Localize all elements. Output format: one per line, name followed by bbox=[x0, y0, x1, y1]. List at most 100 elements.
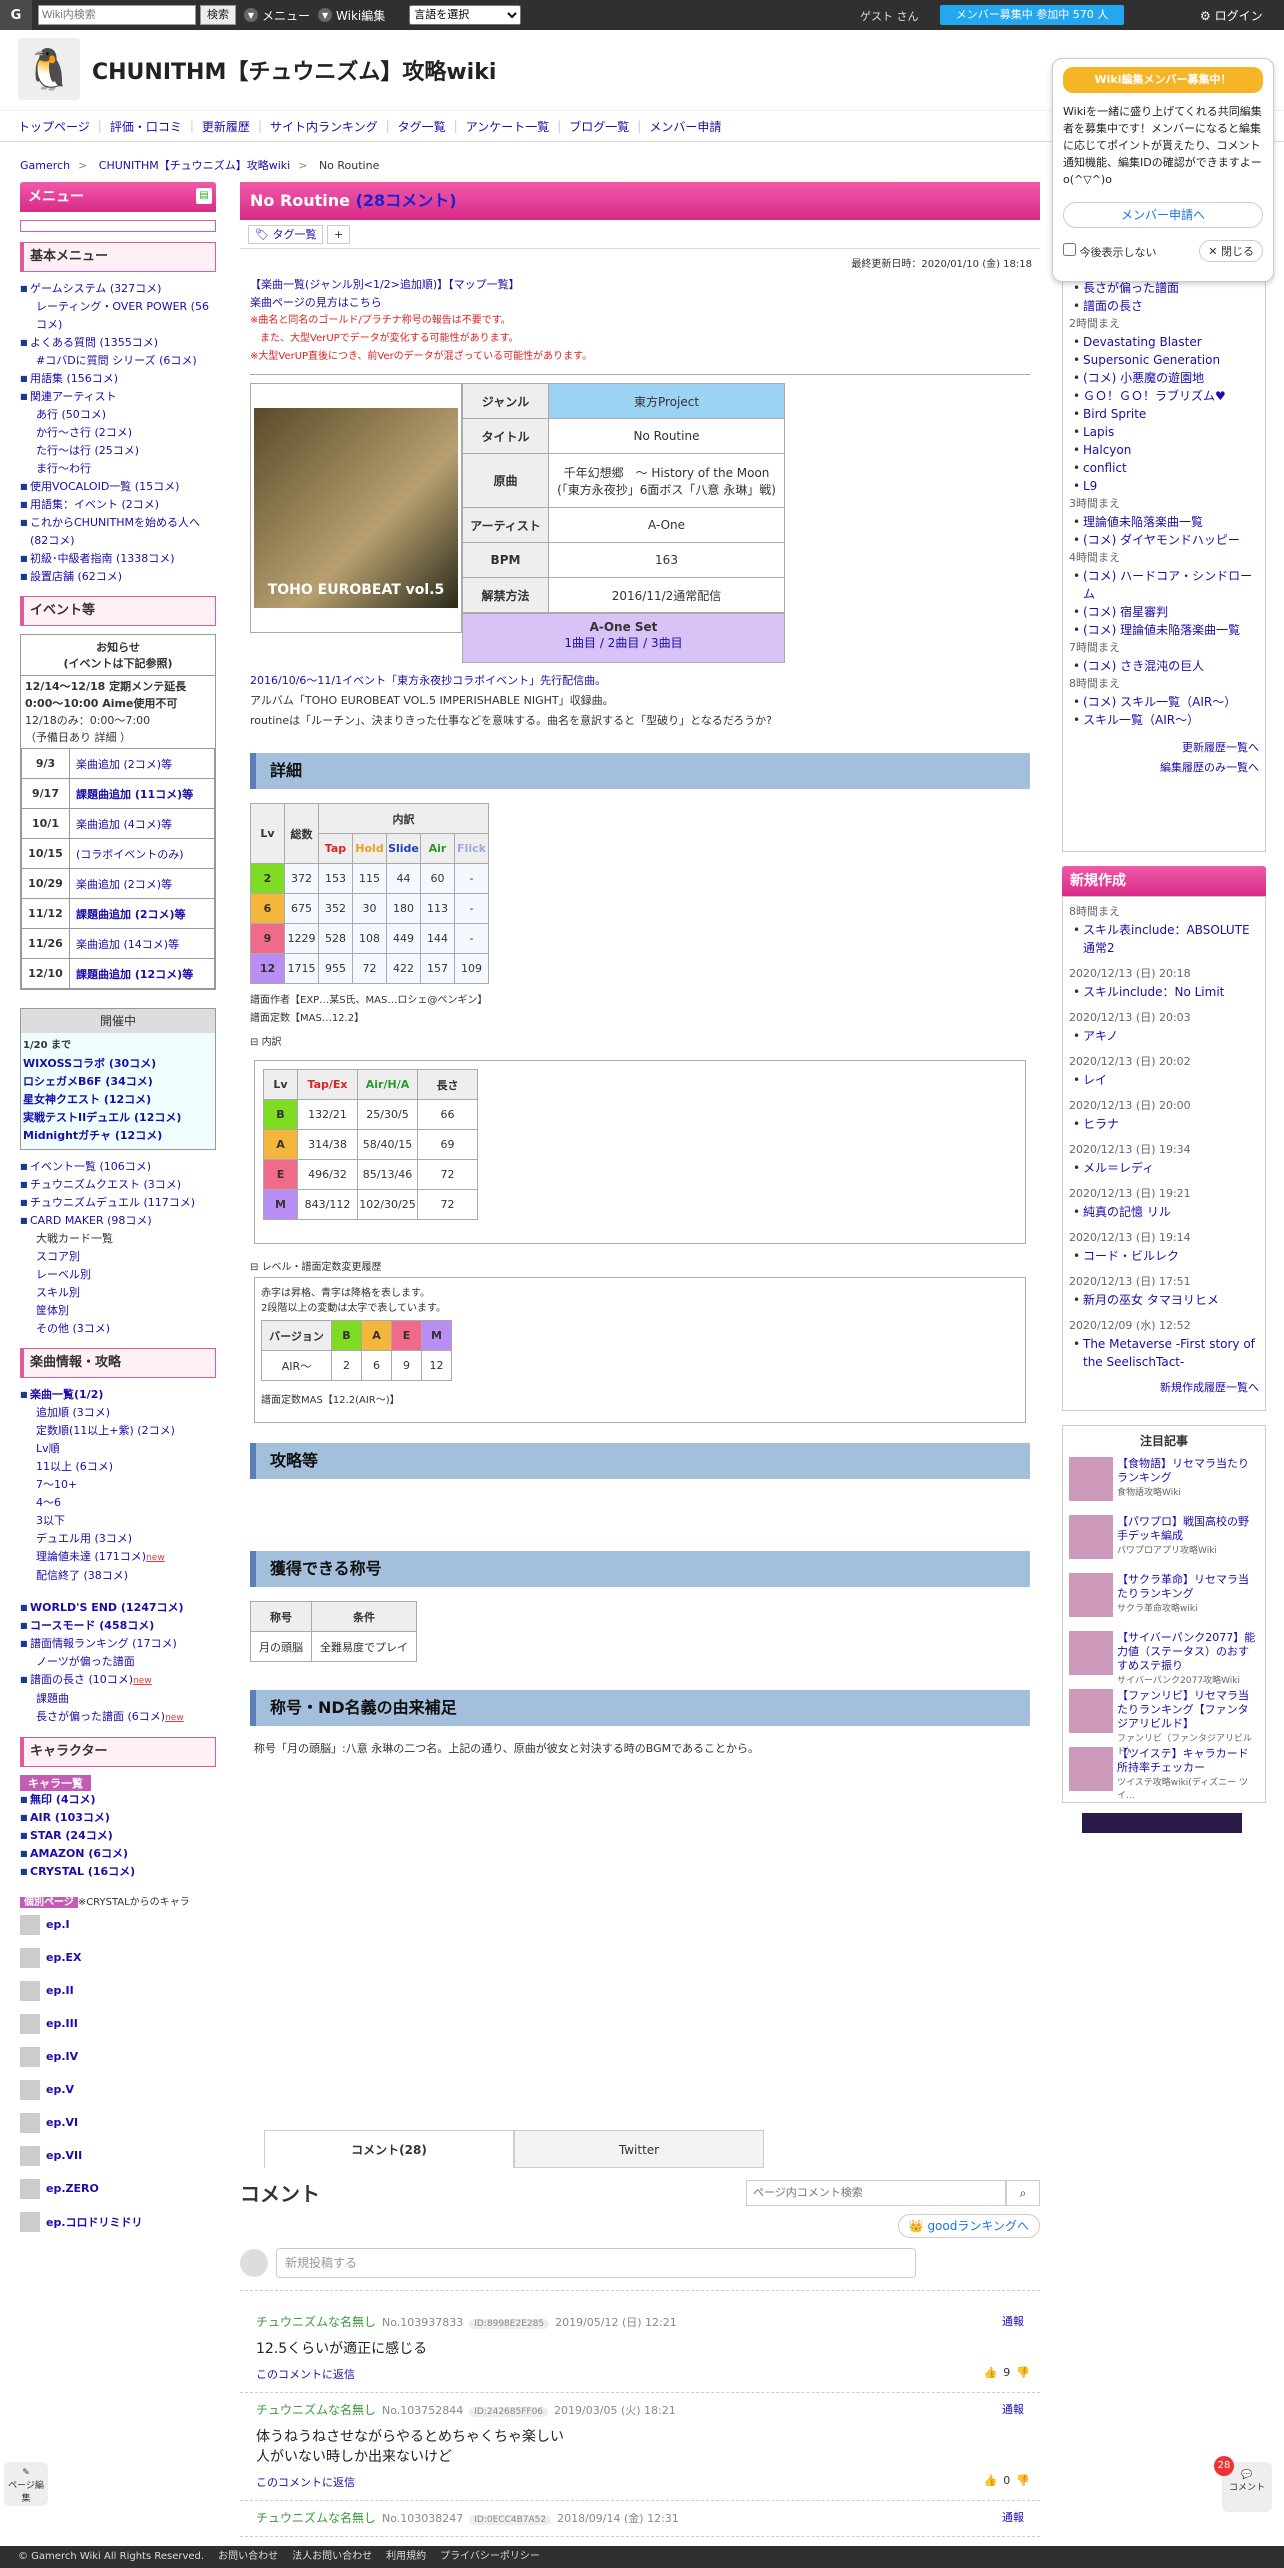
basic-menu-item[interactable]: これからCHUNITHMを始める人へ (82コメ) bbox=[20, 514, 216, 550]
episode-label[interactable]: ep.V bbox=[46, 2083, 74, 2096]
update-item[interactable]: (コメ) スキル一覧（AIR～） bbox=[1069, 693, 1259, 711]
featured-item[interactable]: 【ファンリビ】リセマラ当たりランキング【ファンタジアリビルド】 ファンリビ（ファン… bbox=[1069, 1689, 1259, 1757]
episode-item[interactable]: ep.EX bbox=[20, 1941, 216, 1974]
checkbox[interactable] bbox=[1063, 242, 1076, 256]
song-menu-item[interactable]: 4～6 bbox=[20, 1494, 216, 1512]
event-link[interactable]: その他 (3コメ) bbox=[20, 1320, 216, 1338]
basic-menu-item[interactable]: 用語集 (156コメ) bbox=[20, 370, 216, 388]
song-menu-label[interactable]: WORLD'S END (1247コメ) bbox=[30, 1601, 184, 1614]
song-menu-label[interactable]: 4～6 bbox=[36, 1496, 61, 1509]
open-event-item[interactable]: 星女神クエスト (12コメ) bbox=[23, 1091, 213, 1109]
comment-count-link[interactable]: (28コメント) bbox=[356, 191, 457, 210]
episode-item[interactable]: ep.IV bbox=[20, 2040, 216, 2073]
update-item[interactable]: Halcyon bbox=[1069, 441, 1259, 459]
site-title[interactable]: CHUNITHM【チュウニズム】攻略wiki bbox=[92, 54, 496, 86]
event-link[interactable]: イベント一覧 (106コメ) bbox=[20, 1158, 216, 1176]
song-menu-item[interactable]: 譜面情報ランキング (17コメ) bbox=[20, 1635, 216, 1653]
open-event-item[interactable]: 実戦テストIIデュエル (12コメ) bbox=[23, 1109, 213, 1127]
search-icon[interactable]: ⌕ bbox=[1006, 2179, 1040, 2206]
episode-label[interactable]: ep.VII bbox=[46, 2149, 82, 2162]
new-item[interactable]: コード・ビルレク bbox=[1069, 1247, 1259, 1265]
thumbs-up-icon[interactable]: 👍 bbox=[984, 2366, 998, 2379]
update-item[interactable]: (コメ) ハードコア・シンドローム bbox=[1069, 567, 1259, 603]
song-menu-item[interactable]: 11以上 (6コメ) bbox=[20, 1458, 216, 1476]
reply-link[interactable]: このコメントに返信 bbox=[256, 2366, 355, 2382]
menu-button[interactable]: ▼ メニュー bbox=[244, 7, 310, 24]
inner-toggle[interactable]: ⊟ 内訳 bbox=[250, 1034, 1030, 1052]
basic-menu-item[interactable]: よくある質問 (1355コメ) bbox=[20, 334, 216, 352]
chara-item[interactable]: CRYSTAL (16コメ) bbox=[20, 1863, 216, 1881]
ad-banner[interactable] bbox=[1082, 1813, 1242, 1833]
featured-item[interactable]: 【食物語】リセマラ当たりランキング 食物語攻略Wiki bbox=[1069, 1457, 1259, 1509]
member-recruit-button[interactable]: メンバー募集中 参加中 570 人 bbox=[940, 5, 1124, 25]
song-menu-label[interactable]: 理論値未達 (171コメ) bbox=[36, 1550, 146, 1563]
song-menu-item[interactable]: 定数順(11以上+紫) (2コメ) bbox=[20, 1422, 216, 1440]
event-link[interactable]: CARD MAKER (98コメ) bbox=[20, 1212, 216, 1230]
new-item[interactable]: 新月の巫女 タマヨリヒメ bbox=[1069, 1291, 1259, 1309]
footer-item[interactable]: 利用規約 bbox=[386, 2551, 426, 2562]
desc-line[interactable]: 2016/10/6～11/1イベント「東方永夜抄コラボイベント」先行配信曲。 bbox=[250, 671, 1030, 691]
song-menu-label[interactable]: コースモード (458コメ) bbox=[30, 1619, 154, 1632]
song-menu-item[interactable]: 課題曲 bbox=[20, 1690, 216, 1708]
chara-item[interactable]: STAR (24コメ) bbox=[20, 1827, 216, 1845]
song-nav[interactable]: 【楽曲一覧(ジャンル別<1/2>追加順)】【マップ一覧】 bbox=[250, 276, 1030, 294]
song-menu-label[interactable]: 11以上 (6コメ) bbox=[36, 1460, 113, 1473]
report-button[interactable]: 通報 bbox=[1002, 2509, 1024, 2525]
basic-menu-item[interactable]: た行～は行 (25コメ) bbox=[20, 442, 216, 460]
update-more-link[interactable]: 更新履歴一覧へ bbox=[1069, 739, 1259, 755]
episode-label[interactable]: ep.I bbox=[46, 1918, 70, 1931]
song-menu-item[interactable]: コースモード (458コメ) bbox=[20, 1617, 216, 1635]
basic-menu-item[interactable]: 初級･中級者指南 (1338コメ) bbox=[20, 550, 216, 568]
basic-menu-item[interactable]: 設置店舗 (62コメ) bbox=[20, 568, 216, 586]
song-menu-item[interactable]: 配信終了 (38コメ) bbox=[20, 1567, 216, 1585]
chara-item[interactable]: AMAZON (6コメ) bbox=[20, 1845, 216, 1863]
good-ranking-button[interactable]: 👑 goodランキングへ bbox=[897, 2214, 1040, 2238]
new-item[interactable]: スキルinclude：No Limit bbox=[1069, 983, 1259, 1001]
thumbs-down-icon[interactable]: 👎 bbox=[1016, 2366, 1030, 2379]
footer-item[interactable]: プライバシーポリシー bbox=[440, 2551, 540, 2562]
featured-title[interactable]: 【ツイステ】キャラカード所持率チェッカー bbox=[1117, 1747, 1259, 1775]
event-link[interactable]: スコア別 bbox=[20, 1248, 216, 1266]
update-item[interactable]: Bird Sprite bbox=[1069, 405, 1259, 423]
song-menu-label[interactable]: 定数順(11以上+紫) (2コメ) bbox=[36, 1424, 175, 1437]
episode-item[interactable]: ep.ZERO bbox=[20, 2172, 216, 2205]
gnav-item[interactable]: タグ一覧 bbox=[398, 118, 446, 135]
event-link[interactable]: 大戦カード一覧 bbox=[20, 1230, 216, 1248]
chara-item[interactable]: 無印 (4コメ) bbox=[20, 1791, 216, 1809]
song-menu-label[interactable]: ノーツが偏った譜面 bbox=[36, 1655, 135, 1668]
gnav-item[interactable]: トップページ bbox=[18, 118, 90, 135]
thumbs-down-icon[interactable]: 👎 bbox=[1016, 2474, 1030, 2487]
breadcrumb-item[interactable]: CHUNITHM【チュウニズム】攻略wiki bbox=[99, 159, 290, 172]
wiki-edit-button[interactable]: ▼ Wiki編集 bbox=[318, 7, 385, 24]
breadcrumb-item[interactable]: Gamerch bbox=[20, 159, 70, 172]
episode-item[interactable]: ep.II bbox=[20, 1974, 216, 2007]
song-menu-item[interactable]: WORLD'S END (1247コメ) bbox=[20, 1599, 216, 1617]
basic-menu-item[interactable]: か行～さ行 (2コメ) bbox=[20, 424, 216, 442]
gnav-item[interactable]: サイト内ランキング bbox=[270, 118, 378, 135]
update-item[interactable]: (コメ) 小悪魔の遊園地 bbox=[1069, 369, 1259, 387]
event-desc[interactable]: 課題曲追加 (2コメ)等 bbox=[69, 898, 215, 929]
song-menu-label[interactable]: Lv順 bbox=[36, 1442, 60, 1455]
episode-label[interactable]: ep.VI bbox=[46, 2116, 78, 2129]
song-menu-item[interactable]: 3以下 bbox=[20, 1512, 216, 1530]
song-menu-label[interactable]: 追加順 (3コメ) bbox=[36, 1406, 110, 1419]
basic-menu-item[interactable]: あ行 (50コメ) bbox=[20, 406, 216, 424]
episode-item[interactable]: ep.VII bbox=[20, 2139, 216, 2172]
gamerch-logo[interactable]: G bbox=[0, 0, 32, 30]
song-menu-label[interactable]: 譜面情報ランキング (17コメ) bbox=[30, 1637, 177, 1650]
episode-label[interactable]: ep.EX bbox=[46, 1951, 82, 1964]
basic-menu-item[interactable]: レーティング・OVER POWER (56コメ) bbox=[20, 298, 216, 334]
update-item[interactable]: スキル一覧（AIR～） bbox=[1069, 711, 1259, 729]
song-menu-item[interactable]: 理論値未達 (171コメ)new bbox=[20, 1548, 216, 1567]
howto-link[interactable]: 楽曲ページの見方はこちら bbox=[250, 294, 1030, 312]
event-desc[interactable]: 課題曲追加 (12コメ)等 bbox=[69, 958, 215, 989]
song-menu-label[interactable]: 楽曲一覧(1/2) bbox=[30, 1388, 103, 1401]
menu-search-bar[interactable] bbox=[20, 220, 216, 232]
basic-menu-item[interactable]: 関連アーティスト bbox=[20, 388, 216, 406]
event-link[interactable]: レーベル別 bbox=[20, 1266, 216, 1284]
update-item[interactable]: ＧＯ！ＧＯ！ラブリズム♥ bbox=[1069, 387, 1259, 405]
tab-twitter[interactable]: Twitter bbox=[514, 2130, 764, 2168]
update-item[interactable]: 譜面の長さ bbox=[1069, 297, 1259, 315]
song-menu-item[interactable]: 長さが偏った譜面 (6コメ)new bbox=[20, 1708, 216, 1727]
song-menu-label[interactable]: 長さが偏った譜面 (6コメ) bbox=[36, 1710, 165, 1723]
